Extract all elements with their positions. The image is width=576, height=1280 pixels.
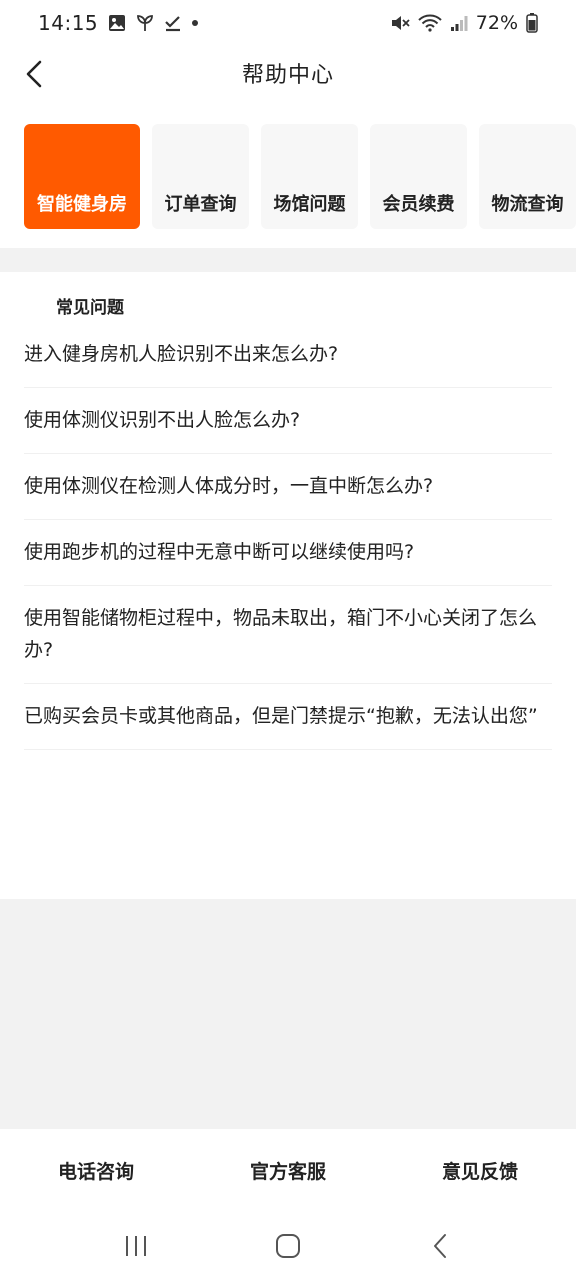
back-button[interactable] — [14, 54, 54, 94]
app-header: 帮助中心 — [0, 46, 576, 100]
home-button[interactable] — [258, 1221, 318, 1271]
tab-membership-renewal[interactable]: 会员续费 — [370, 124, 467, 229]
faq-item[interactable]: 使用智能储物柜过程中，物品未取出，箱门不小心关闭了怎么办? — [24, 586, 552, 684]
wifi-icon — [418, 14, 442, 32]
leaf-icon — [136, 14, 154, 32]
back-arrow-icon — [434, 1233, 446, 1258]
official-service-button[interactable]: 官方客服 — [238, 1147, 338, 1194]
recent-apps-button[interactable] — [106, 1221, 166, 1271]
chevron-left-icon — [26, 60, 42, 88]
mute-icon — [390, 14, 410, 32]
page-title: 帮助中心 — [241, 63, 334, 88]
faq-title: 常见问题 — [56, 298, 124, 318]
bottom-action-bar: 电话咨询 官方客服 意见反馈 — [0, 1129, 576, 1211]
notification-dot-icon — [192, 20, 199, 26]
status-right: 72% — [390, 12, 538, 34]
faq-item[interactable]: 使用跑步机的过程中无意中断可以继续使用吗? — [24, 520, 552, 586]
section-divider — [0, 248, 576, 272]
category-tabs: 智能健身房 订单查询 场馆问题 会员续费 物流查询 — [24, 124, 576, 230]
tab-smart-gym[interactable]: 智能健身房 — [24, 124, 140, 229]
status-time: 14:15 — [38, 11, 99, 35]
home-icon — [276, 1233, 300, 1258]
faq-item[interactable]: 进入健身房机人脸识别不出来怎么办? — [24, 322, 552, 388]
signal-icon — [450, 14, 468, 32]
feedback-button[interactable]: 意见反馈 — [430, 1147, 530, 1194]
system-back-button[interactable] — [410, 1221, 470, 1271]
tab-order-query[interactable]: 订单查询 — [152, 124, 249, 229]
faq-list: 进入健身房机人脸识别不出来怎么办? 使用体测仪识别不出人脸怎么办? 使用体测仪在… — [24, 322, 552, 750]
tab-venue-issues[interactable]: 场馆问题 — [261, 124, 358, 229]
recent-apps-icon — [126, 1235, 146, 1256]
battery-icon — [526, 13, 538, 33]
phone-consult-button[interactable]: 电话咨询 — [46, 1147, 146, 1194]
check-icon — [164, 14, 182, 32]
gallery-icon — [108, 14, 126, 32]
system-nav-bar — [0, 1211, 576, 1280]
status-left: 14:15 — [38, 11, 199, 35]
status-bar: 14:15 72% — [0, 0, 576, 46]
empty-area — [0, 899, 576, 1129]
faq-item[interactable]: 已购买会员卡或其他商品，但是门禁提示“抱歉，无法认出您” — [24, 684, 552, 750]
faq-item[interactable]: 使用体测仪识别不出人脸怎么办? — [24, 388, 552, 454]
battery-percent: 72% — [475, 12, 518, 34]
help-center-screen: 14:15 72% 帮助中心 智能健身房 订单查询 场馆问题 会员续费 物流查询… — [0, 0, 576, 1280]
tab-logistics-query[interactable]: 物流查询 — [479, 124, 576, 229]
faq-item[interactable]: 使用体测仪在检测人体成分时，一直中断怎么办? — [24, 454, 552, 520]
